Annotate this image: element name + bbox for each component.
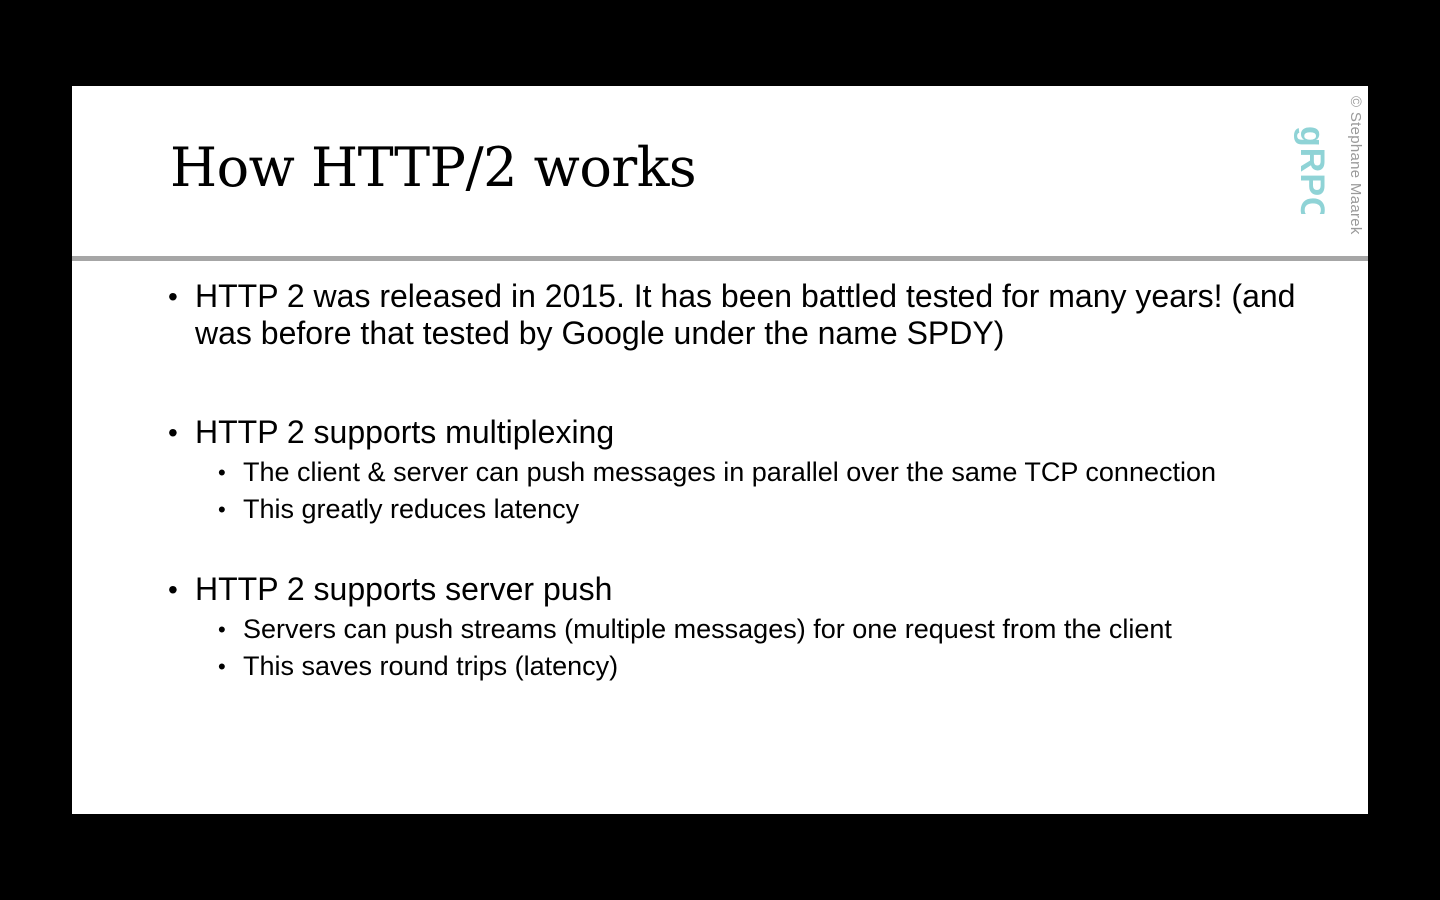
copyright-watermark: © Stephane Maarek [1347, 96, 1364, 235]
sub-bullet-item: • This greatly reduces latency [218, 494, 1328, 525]
sub-bullet-list: • Servers can push streams (multiple mes… [168, 614, 1328, 682]
sub-bullet-item: • Servers can push streams (multiple mes… [218, 614, 1328, 645]
slide-body: • HTTP 2 was released in 2015. It has be… [168, 278, 1328, 682]
svg-text:gRPC: gRPC [1293, 126, 1331, 214]
sub-bullet-text: This greatly reduces latency [243, 494, 580, 524]
sub-bullet-dot: • [218, 460, 226, 485]
bullet-text: HTTP 2 supports multiplexing [195, 414, 615, 450]
bullet-item: • HTTP 2 supports server push [168, 571, 1328, 608]
bullet-text: HTTP 2 supports server push [195, 571, 613, 607]
bullet-dot: • [168, 281, 178, 312]
sub-bullet-item: • This saves round trips (latency) [218, 651, 1328, 682]
sub-bullet-text: Servers can push streams (multiple messa… [243, 614, 1172, 644]
slide: How HTTP/2 works gRPC © Stephane Maarek … [72, 86, 1368, 814]
bullet-dot: • [168, 417, 178, 448]
sub-bullet-text: This saves round trips (latency) [243, 651, 619, 681]
sub-bullet-dot: • [218, 617, 226, 642]
title-divider [72, 256, 1368, 261]
sub-bullet-text: The client & server can push messages in… [243, 457, 1217, 487]
sub-bullet-list: • The client & server can push messages … [168, 457, 1328, 525]
grpc-logo-icon: gRPC [1293, 126, 1331, 214]
slide-title: How HTTP/2 works [170, 136, 697, 199]
sub-bullet-item: • The client & server can push messages … [218, 457, 1328, 488]
bullet-item: • HTTP 2 was released in 2015. It has be… [168, 278, 1328, 352]
bullet-text: HTTP 2 was released in 2015. It has been… [195, 278, 1296, 351]
sub-bullet-dot: • [218, 654, 226, 679]
bullet-dot: • [168, 574, 178, 605]
sub-bullet-dot: • [218, 497, 226, 522]
bullet-item: • HTTP 2 supports multiplexing [168, 414, 1328, 451]
